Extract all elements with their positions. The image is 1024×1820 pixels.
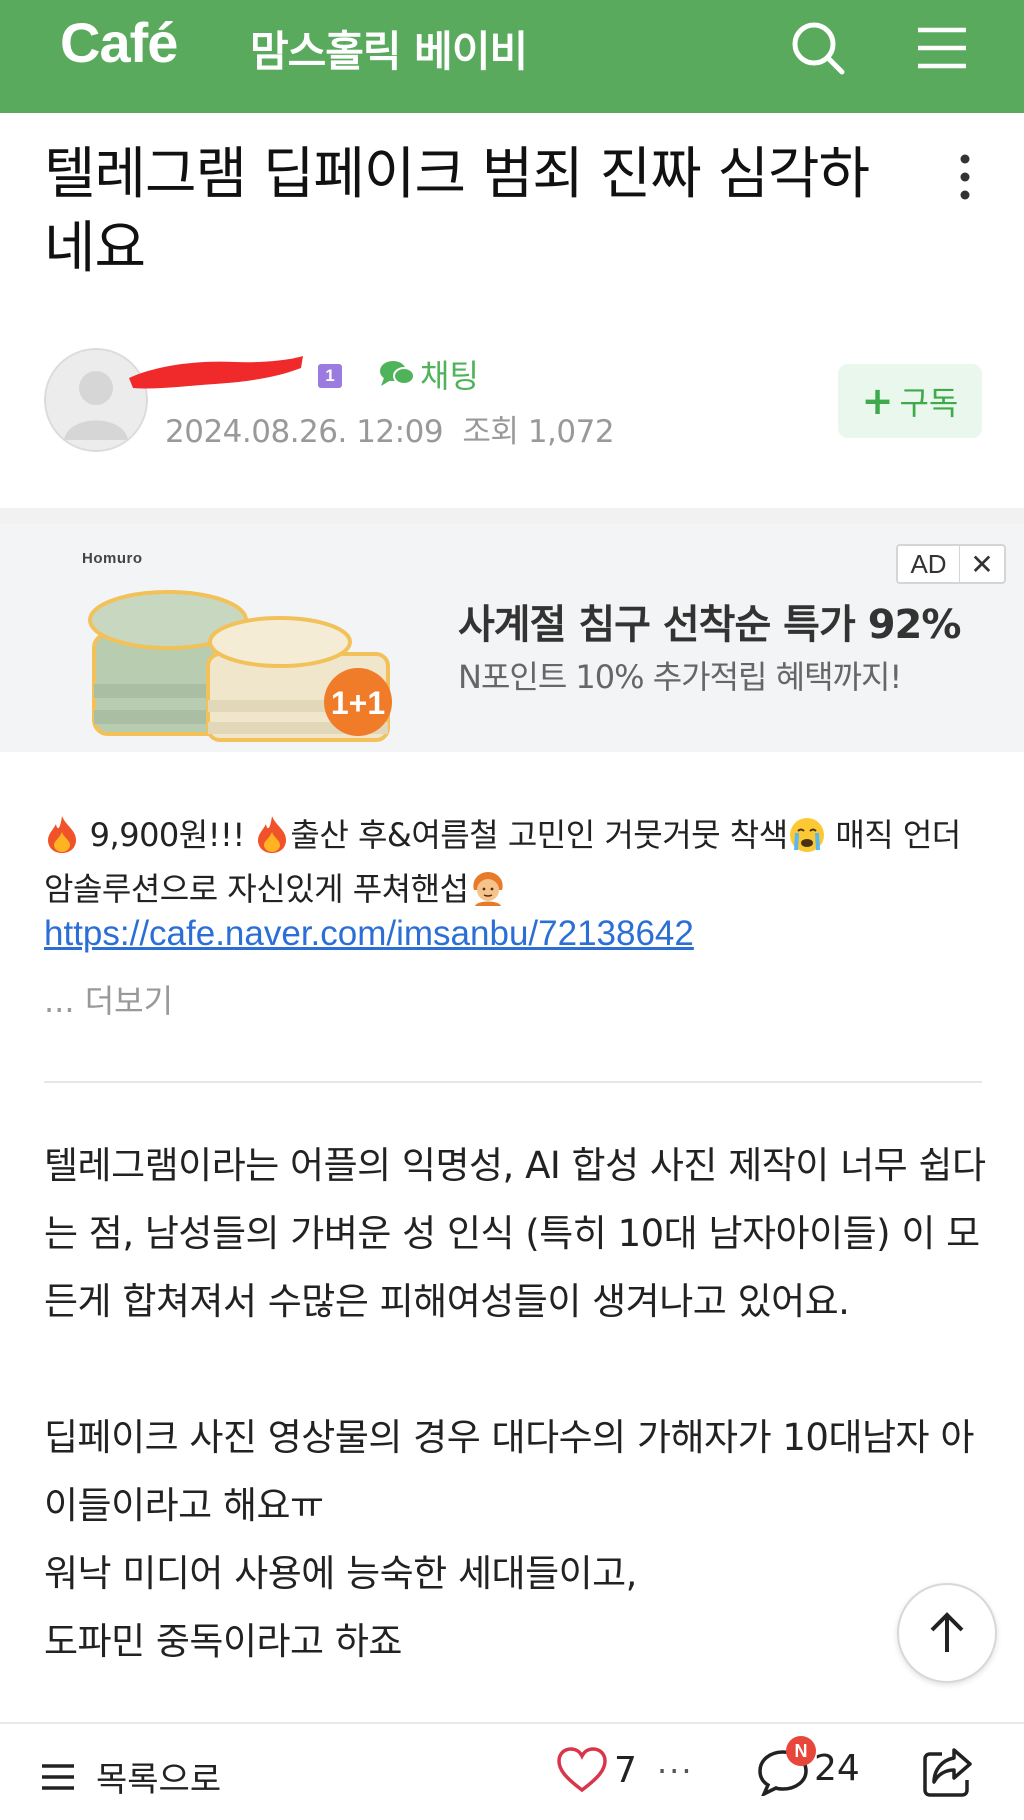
- post-meta: 2024.08.26. 12:09 조회 1,072: [165, 406, 615, 451]
- fire-emoji-icon: [258, 816, 287, 853]
- divider: [44, 1081, 982, 1083]
- views-count: 1,072: [527, 414, 615, 450]
- app-header: Café 맘스홀릭 베이비: [0, 0, 1024, 113]
- member-level-badge: 1: [318, 364, 342, 388]
- subscribe-button[interactable]: + 구독: [838, 364, 982, 438]
- post-date: 2024.08.26. 12:09: [165, 414, 444, 450]
- bedding-product-image: 1+1: [88, 590, 392, 742]
- bottom-action-bar: 목록으로 7 ··· N 24: [0, 1722, 1024, 1820]
- cafe-name[interactable]: 맘스홀릭 베이비: [250, 18, 528, 79]
- subscribe-label: 구독: [899, 384, 959, 422]
- see-more-link[interactable]: ... 더보기: [44, 976, 173, 1022]
- notice-text: 9,900원!!! 출산 후&여름철 고민인 거뭇거뭇 착색 매직 언더암솔루션…: [44, 808, 984, 916]
- ad-banner[interactable]: Homuro 1+1 AD ✕ 사계절 침구 선착순 특가 92% N포인트 1…: [0, 524, 1024, 752]
- body-paragraph-1: 텔레그램이라는 어플의 익명성, AI 합성 사진 제작이 너무 쉽다는 점, …: [44, 1144, 986, 1323]
- comment-count: 24: [814, 1747, 860, 1789]
- comment-icon-wrap: N: [756, 1736, 816, 1798]
- scroll-to-top-button[interactable]: [897, 1583, 997, 1683]
- back-to-list-button[interactable]: 목록으로: [40, 1752, 221, 1801]
- crying-face-emoji-icon: [789, 818, 824, 852]
- ad-label: AD: [898, 546, 960, 582]
- comment-button[interactable]: N 24: [756, 1736, 860, 1798]
- body-paragraph-2c: 도파민 중독이라고 하죠: [44, 1620, 402, 1663]
- close-icon[interactable]: ✕: [960, 548, 1004, 581]
- plus-icon: +: [861, 379, 894, 423]
- arrow-up-icon: [930, 1612, 964, 1652]
- cafe-logo[interactable]: Café: [60, 10, 178, 75]
- notice-price: 9,900원!!!: [89, 816, 246, 854]
- person-gesturing-ok-emoji-icon: [472, 872, 503, 906]
- body-paragraph-2a: 딥페이크 사진 영상물의 경우 대다수의 가해자가 10대남자 아이들이라고 해…: [44, 1416, 974, 1527]
- redaction-scribble: [129, 356, 303, 389]
- ad-promo-label: 1+1: [331, 685, 385, 721]
- chat-bubble-icon: [380, 361, 415, 386]
- fire-emoji-icon: [48, 816, 76, 853]
- menu-icon[interactable]: [912, 18, 972, 78]
- post-body: 텔레그램이라는 어플의 익명성, AI 합성 사진 제작이 너무 쉽다는 점, …: [44, 1132, 988, 1676]
- more-reactions-button[interactable]: ···: [657, 1752, 694, 1790]
- like-button[interactable]: 7: [556, 1746, 637, 1794]
- share-icon[interactable]: [920, 1744, 976, 1800]
- content-fade: [0, 1695, 1024, 1725]
- ad-headline: 사계절 침구 선착순 특가 92%: [458, 602, 961, 648]
- chat-link[interactable]: 채팅: [378, 354, 479, 395]
- notice-link[interactable]: https://cafe.naver.com/imsanbu/72138642: [44, 914, 694, 954]
- list-label: 목록으로: [96, 1760, 222, 1800]
- search-icon[interactable]: [788, 18, 848, 78]
- new-comment-badge: N: [786, 1736, 816, 1766]
- ad-subtext: N포인트 10% 추가적립 혜택까지!: [458, 658, 902, 696]
- more-options-icon[interactable]: [950, 152, 980, 202]
- list-icon: [42, 1763, 74, 1790]
- notice-text-2: 출산 후&여름철 고민인 거뭇거뭇 착색: [290, 816, 788, 854]
- body-paragraph-2b: 워낙 미디어 사용에 능숙한 세대들이고,: [44, 1552, 637, 1595]
- heart-icon: [557, 1747, 607, 1793]
- ad-badge[interactable]: AD ✕: [896, 544, 1006, 584]
- section-separator: [0, 508, 1024, 524]
- post-title: 텔레그램 딥페이크 범죄 진짜 심각하네요: [44, 142, 870, 281]
- like-count: 7: [614, 1749, 637, 1791]
- chat-label: 채팅: [420, 357, 479, 395]
- views-label: 조회: [462, 414, 519, 450]
